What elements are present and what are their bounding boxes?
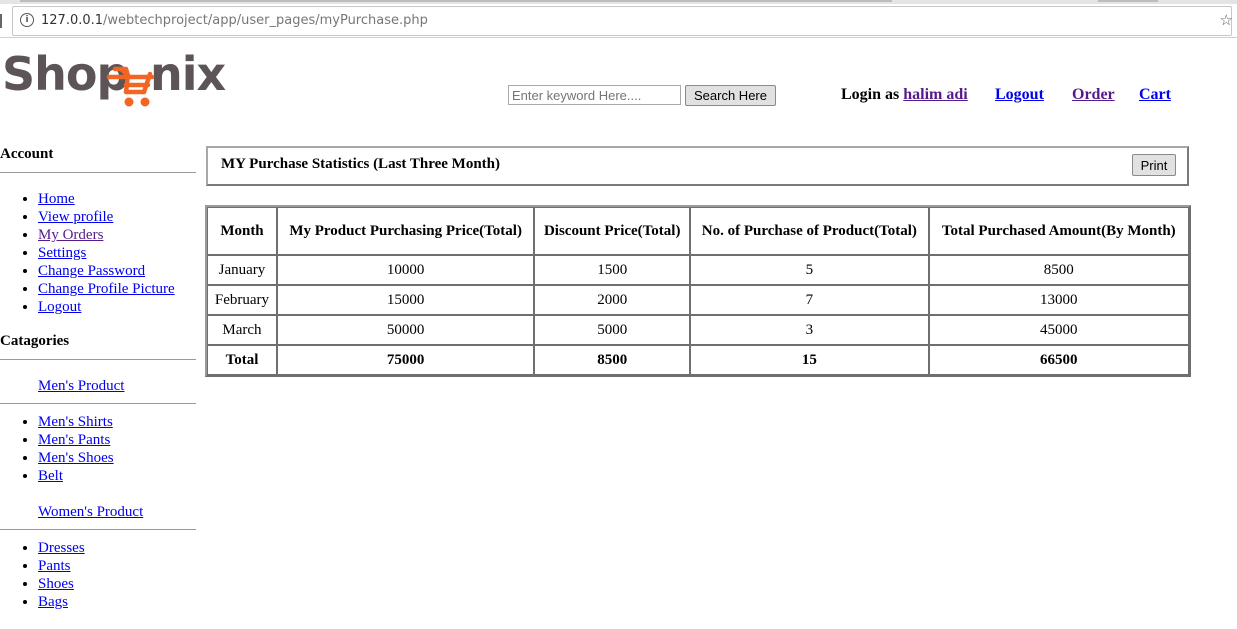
dresses-link[interactable]: Dresses	[38, 540, 85, 556]
cell-total-amount: 13000	[928, 285, 1189, 315]
sidebar-item-mens-pants: Men's Pants	[38, 431, 200, 449]
sidebar-item-change-picture: Change Profile Picture	[38, 280, 200, 298]
sidebar-item-mens-shoes: Men's Shoes	[38, 449, 200, 467]
bags-link[interactable]: Bags	[38, 594, 68, 610]
view-profile-link[interactable]: View profile	[38, 209, 113, 225]
column-header-total-amount: Total Purchased Amount(By Month)	[928, 207, 1189, 255]
column-header-purchasing-price: My Product Purchasing Price(Total)	[276, 207, 535, 255]
shoes-link[interactable]: Shoes	[38, 576, 74, 592]
change-profile-picture-link[interactable]: Change Profile Picture	[38, 281, 175, 297]
print-button[interactable]: Print	[1132, 154, 1176, 176]
column-header-discount-price: Discount Price(Total)	[534, 207, 691, 255]
logout-link[interactable]: Logout	[995, 86, 1044, 103]
tab-edge	[1098, 0, 1158, 2]
url-text: 127.0.0.1/webtechproject/app/user_pages/…	[41, 13, 428, 28]
sidebar-item-change-password: Change Password	[38, 262, 200, 280]
svg-text:nix: nix	[150, 47, 226, 101]
account-heading: Account	[0, 146, 54, 162]
cell-purchase-count: 5	[690, 255, 929, 285]
cell-purchase-count: 7	[690, 285, 929, 315]
url-field[interactable]: i 127.0.0.1/webtechproject/app/user_page…	[12, 6, 1233, 36]
search-button[interactable]: Search Here	[685, 85, 776, 106]
cell-month: March	[207, 315, 277, 345]
mens-shoes-link[interactable]: Men's Shoes	[38, 450, 114, 466]
sidebar: Account Home View profile My Orders Sett…	[0, 145, 200, 611]
table-row: March 50000 5000 3 45000	[207, 315, 1189, 345]
sidebar-logout-link[interactable]: Logout	[38, 299, 81, 315]
sidebar-item-belt: Belt	[38, 467, 200, 485]
sidebar-item-home: Home	[38, 190, 200, 208]
cell-total-amount: 45000	[928, 315, 1189, 345]
sidebar-item-mens-shirts: Men's Shirts	[38, 413, 200, 431]
shopnix-logo[interactable]: Shop nix	[2, 44, 242, 112]
purchase-statistics-table: Month My Product Purchasing Price(Total)…	[205, 205, 1191, 377]
login-prefix: Login as	[841, 86, 900, 103]
back-edge-icon[interactable]	[0, 14, 6, 28]
column-header-month: Month	[207, 207, 277, 255]
table-header-row: Month My Product Purchasing Price(Total)…	[207, 207, 1189, 255]
cell-purchasing-price: 10000	[276, 255, 535, 285]
login-status: Login as halim adi	[841, 86, 968, 104]
mens-product-link[interactable]: Men's Product	[0, 377, 200, 395]
sidebar-item-logout: Logout	[38, 298, 200, 316]
cell-total-amount: 8500	[928, 255, 1189, 285]
page-title: MY Purchase Statistics (Last Three Month…	[221, 156, 501, 172]
nav-logout: Logout	[995, 86, 1044, 104]
change-password-link[interactable]: Change Password	[38, 263, 145, 279]
cell-purchasing-price: 15000	[276, 285, 535, 315]
bookmark-star-icon[interactable]: ☆	[1220, 12, 1233, 29]
search-input[interactable]	[508, 85, 681, 105]
mens-shirts-link[interactable]: Men's Shirts	[38, 414, 113, 430]
column-header-purchase-count: No. of Purchase of Product(Total)	[690, 207, 929, 255]
cell-total-label: Total	[207, 345, 277, 375]
cell-purchasing-price: 50000	[276, 315, 535, 345]
cart-link[interactable]: Cart	[1139, 86, 1171, 103]
sidebar-item-pants: Pants	[38, 557, 200, 575]
mens-pants-link[interactable]: Men's Pants	[38, 432, 110, 448]
settings-link[interactable]: Settings	[38, 245, 86, 261]
belt-link[interactable]: Belt	[38, 468, 63, 484]
sidebar-item-settings: Settings	[38, 244, 200, 262]
statistics-header: MY Purchase Statistics (Last Three Month…	[206, 146, 1189, 186]
womens-menu: Dresses Pants Shoes Bags	[0, 539, 200, 611]
cell-discount-price: 5000	[534, 315, 691, 345]
account-menu: Home View profile My Orders Settings Cha…	[0, 190, 200, 316]
order-link[interactable]: Order	[1072, 86, 1115, 103]
sidebar-item-shoes: Shoes	[38, 575, 200, 593]
username-link[interactable]: halim adi	[903, 86, 967, 103]
table-row: February 15000 2000 7 13000	[207, 285, 1189, 315]
table-total-row: Total 75000 8500 15 66500	[207, 345, 1189, 375]
tab-edge	[20, 0, 892, 2]
svg-text:Shop: Shop	[2, 47, 128, 101]
cell-discount-price: 1500	[534, 255, 691, 285]
table-row: January 10000 1500 5 8500	[207, 255, 1189, 285]
home-link[interactable]: Home	[38, 191, 75, 207]
my-orders-link[interactable]: My Orders	[38, 227, 103, 243]
categories-heading: Catagories	[0, 333, 70, 349]
womens-product-link[interactable]: Women's Product	[0, 503, 200, 521]
cell-total-amount-sum: 66500	[928, 345, 1189, 375]
sidebar-item-dresses: Dresses	[38, 539, 200, 557]
pants-link[interactable]: Pants	[38, 558, 71, 574]
cell-month: February	[207, 285, 277, 315]
cell-total-purchase-count: 15	[690, 345, 929, 375]
cell-total-discount-price: 8500	[534, 345, 691, 375]
info-icon[interactable]: i	[20, 13, 34, 27]
cell-total-purchasing-price: 75000	[276, 345, 535, 375]
mens-menu: Men's Shirts Men's Pants Men's Shoes Bel…	[0, 413, 200, 485]
logo-svg: Shop nix	[2, 47, 227, 107]
cell-discount-price: 2000	[534, 285, 691, 315]
sidebar-item-bags: Bags	[38, 593, 200, 611]
cell-month: January	[207, 255, 277, 285]
cell-purchase-count: 3	[690, 315, 929, 345]
nav-cart: Cart	[1139, 86, 1171, 104]
sidebar-item-my-orders: My Orders	[38, 226, 200, 244]
sidebar-item-view-profile: View profile	[38, 208, 200, 226]
browser-address-bar: i 127.0.0.1/webtechproject/app/user_page…	[0, 4, 1237, 38]
nav-order: Order	[1072, 86, 1115, 104]
